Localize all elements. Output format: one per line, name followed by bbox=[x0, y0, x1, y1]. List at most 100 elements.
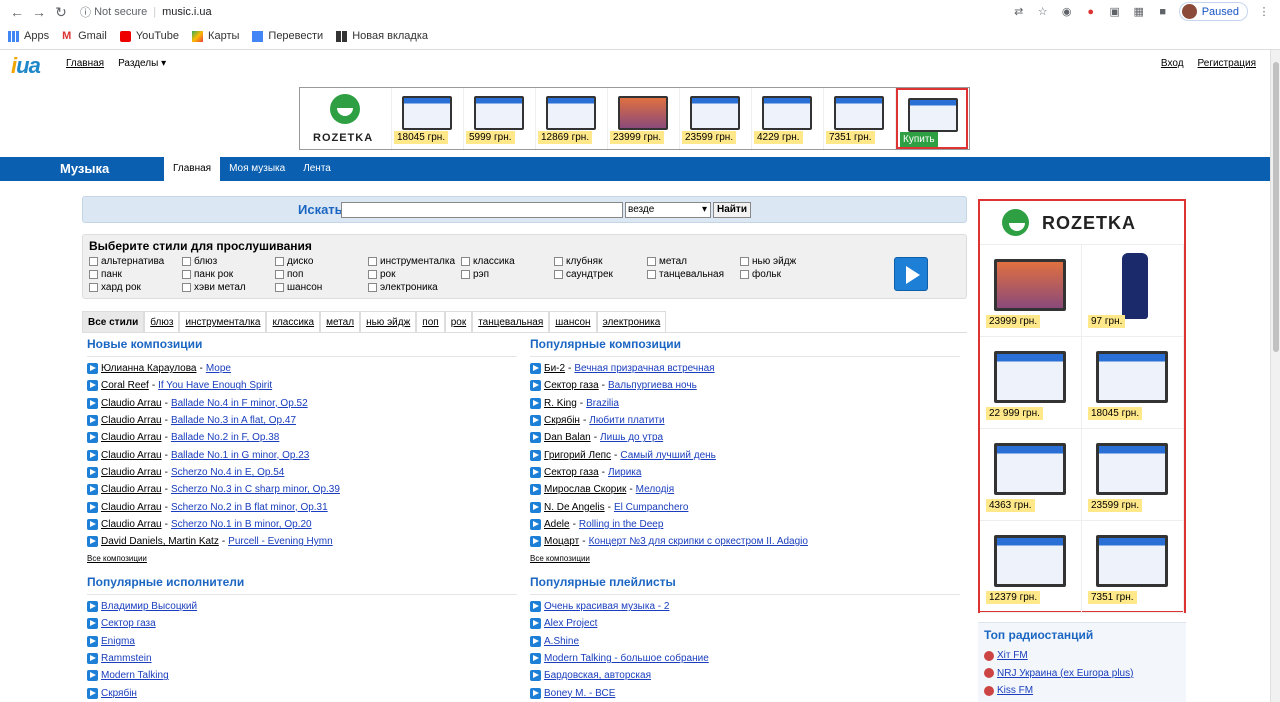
jb-extension-icon[interactable]: ■ bbox=[1155, 4, 1171, 20]
artist-link[interactable]: Claudio Arrau bbox=[101, 415, 162, 426]
radio-link[interactable]: Хіт FM bbox=[997, 650, 1028, 661]
style-checkbox[interactable]: шансон bbox=[275, 281, 368, 294]
banner-product[interactable]: 18045 грн. bbox=[392, 88, 464, 149]
play-styles-icon[interactable] bbox=[894, 257, 928, 291]
list-item[interactable]: Сектор газа - Лирика bbox=[530, 464, 960, 481]
track-link[interactable]: Ballade No.4 in F minor, Op.52 bbox=[171, 398, 308, 409]
play-icon[interactable] bbox=[530, 635, 541, 647]
list-item[interactable]: Enigma bbox=[87, 633, 517, 650]
page-scrollbar[interactable] bbox=[1270, 50, 1280, 702]
style-checkbox[interactable]: панк bbox=[89, 268, 182, 281]
banner-product[interactable]: 23599 грн. bbox=[680, 88, 752, 149]
list-item[interactable]: R. King - Brazilia bbox=[530, 395, 960, 412]
search-scope-select[interactable]: везде bbox=[625, 202, 711, 218]
banner-logo[interactable]: ROZETKA bbox=[300, 88, 392, 149]
play-icon[interactable] bbox=[87, 618, 98, 630]
artist-link[interactable]: Юлианна Караулова bbox=[101, 363, 196, 374]
buy-button[interactable]: Купить bbox=[900, 132, 938, 147]
play-icon[interactable] bbox=[530, 484, 541, 496]
scrollbar-thumb[interactable] bbox=[1273, 62, 1279, 352]
artist-link[interactable]: David Daniels, Martin Katz bbox=[101, 536, 219, 547]
side-ad-product[interactable]: 23999 грн. bbox=[980, 245, 1082, 337]
info-icon[interactable]: ⓘ bbox=[80, 4, 94, 20]
play-icon[interactable] bbox=[87, 380, 98, 392]
track-link[interactable]: Scherzo No.3 in C sharp minor, Op.39 bbox=[171, 484, 340, 495]
nav-main[interactable]: Главная bbox=[66, 58, 104, 69]
search-input[interactable] bbox=[341, 202, 623, 218]
track-link[interactable]: Scherzo No.4 in E, Op.54 bbox=[171, 467, 284, 478]
style-checkbox[interactable]: панк рок bbox=[182, 268, 275, 281]
item-link[interactable]: Enigma bbox=[101, 636, 135, 647]
bookmark-apps[interactable]: Apps bbox=[8, 30, 49, 42]
artist-link[interactable]: Claudio Arrau bbox=[101, 450, 162, 461]
list-item[interactable]: Modern Talking - большое собрание bbox=[530, 650, 960, 667]
list-item[interactable]: Юлианна Караулова - Море bbox=[87, 360, 517, 377]
style-checkbox[interactable]: электроника bbox=[368, 281, 461, 294]
rozetka-side-ad[interactable]: ROZETKA 23999 грн. 97 грн. 22 999 грн. 1… bbox=[978, 199, 1186, 613]
tab-main[interactable]: Главная bbox=[164, 157, 221, 181]
list-item[interactable]: Claudio Arrau - Ballade No.1 in G minor, O… bbox=[87, 446, 517, 463]
genre-tab[interactable]: блюз bbox=[144, 311, 180, 332]
style-checkbox[interactable]: рок bbox=[368, 268, 461, 281]
list-item[interactable]: Скрябін bbox=[87, 684, 517, 701]
nav-sections[interactable]: Разделы ▾ bbox=[118, 58, 166, 69]
style-checkbox[interactable]: клубняк bbox=[554, 255, 647, 268]
list-item[interactable]: Claudio Arrau - Ballade No.4 in F minor, O… bbox=[87, 395, 517, 412]
style-checkbox[interactable]: хэви метал bbox=[182, 281, 275, 294]
list-item[interactable]: Мирослав Скорик - Мелодія bbox=[530, 481, 960, 498]
play-icon[interactable] bbox=[87, 635, 98, 647]
list-item[interactable]: Би-2- Вечная призрачная встречная bbox=[530, 360, 960, 377]
style-checkbox[interactable]: рэп bbox=[461, 268, 554, 281]
side-ad-product[interactable]: 18045 грн. bbox=[1082, 337, 1184, 429]
item-link[interactable]: Владимир Высоцкий bbox=[101, 601, 197, 612]
play-icon[interactable] bbox=[530, 518, 541, 530]
address-bar[interactable]: ⓘ Not secure | music.i.ua bbox=[80, 4, 212, 20]
genre-tab[interactable]: классика bbox=[266, 311, 321, 332]
genre-tab[interactable]: электроника bbox=[596, 311, 667, 332]
artist-link[interactable]: Coral Reef bbox=[101, 380, 149, 391]
track-link[interactable]: Purcell - Evening Hymn bbox=[228, 536, 332, 547]
genre-tab[interactable]: инструменталка bbox=[179, 311, 267, 332]
radio-item[interactable]: Kiss FM bbox=[978, 682, 1186, 700]
artist-link[interactable]: Claudio Arrau bbox=[101, 519, 162, 530]
play-icon[interactable] bbox=[87, 363, 98, 375]
profile-paused-button[interactable]: Paused bbox=[1178, 2, 1248, 21]
back-icon[interactable]: ← bbox=[6, 1, 28, 23]
all-tracks-link[interactable]: Все композиции bbox=[87, 554, 517, 563]
genre-tab[interactable]: метал bbox=[320, 311, 361, 332]
play-icon[interactable] bbox=[87, 501, 98, 513]
bookmark-translate[interactable]: Перевести bbox=[252, 30, 323, 42]
track-link[interactable]: Концерт №3 для скрипки с оркестром II. A… bbox=[589, 536, 808, 547]
artist-link[interactable]: Сектор газа bbox=[544, 380, 599, 391]
item-link[interactable]: Alex Project bbox=[544, 618, 597, 629]
extension-icon[interactable]: ● bbox=[1083, 4, 1099, 20]
section-title[interactable]: Музыка bbox=[60, 161, 109, 176]
artist-link[interactable]: Claudio Arrau bbox=[101, 467, 162, 478]
play-icon[interactable] bbox=[530, 432, 541, 444]
genre-tab[interactable]: рок bbox=[444, 311, 473, 332]
play-icon[interactable] bbox=[87, 670, 98, 682]
play-icon[interactable] bbox=[530, 449, 541, 461]
track-link[interactable]: Rolling in the Deep bbox=[579, 519, 664, 530]
side-ad-product[interactable]: 22 999 грн. bbox=[980, 337, 1082, 429]
list-item[interactable]: Boney M. - ВСЕ bbox=[530, 684, 960, 701]
list-item[interactable]: Моцарт - Концерт №3 для скрипки с оркестро… bbox=[530, 533, 960, 550]
tab-my-music[interactable]: Моя музыка bbox=[220, 157, 294, 181]
style-checkbox[interactable]: хард рок bbox=[89, 281, 182, 294]
list-item[interactable]: Очень красивая музыка - 2 bbox=[530, 598, 960, 615]
banner-product[interactable]: 4229 грн. bbox=[752, 88, 824, 149]
play-icon[interactable] bbox=[530, 397, 541, 409]
style-checkbox[interactable]: блюз bbox=[182, 255, 275, 268]
artist-link[interactable]: Claudio Arrau bbox=[101, 502, 162, 513]
menu-icon[interactable]: ⋮ bbox=[1256, 4, 1272, 20]
genre-tab[interactable]: Все стили bbox=[82, 311, 145, 332]
style-checkbox[interactable]: альтернатива bbox=[89, 255, 182, 268]
radio-link[interactable]: NRJ Украина (ex Europa plus) bbox=[997, 668, 1133, 679]
tab-feed[interactable]: Лента bbox=[294, 157, 340, 181]
play-icon[interactable] bbox=[530, 380, 541, 392]
search-button[interactable]: Найти bbox=[713, 202, 751, 218]
track-link[interactable]: Ballade No.1 in G minor, Op.23 bbox=[171, 450, 309, 461]
play-icon[interactable] bbox=[530, 501, 541, 513]
list-item[interactable]: N. De Angelis - El Cumpanchero bbox=[530, 498, 960, 515]
list-item[interactable]: Claudio Arrau - Scherzo No.2 in B flat min… bbox=[87, 498, 517, 515]
